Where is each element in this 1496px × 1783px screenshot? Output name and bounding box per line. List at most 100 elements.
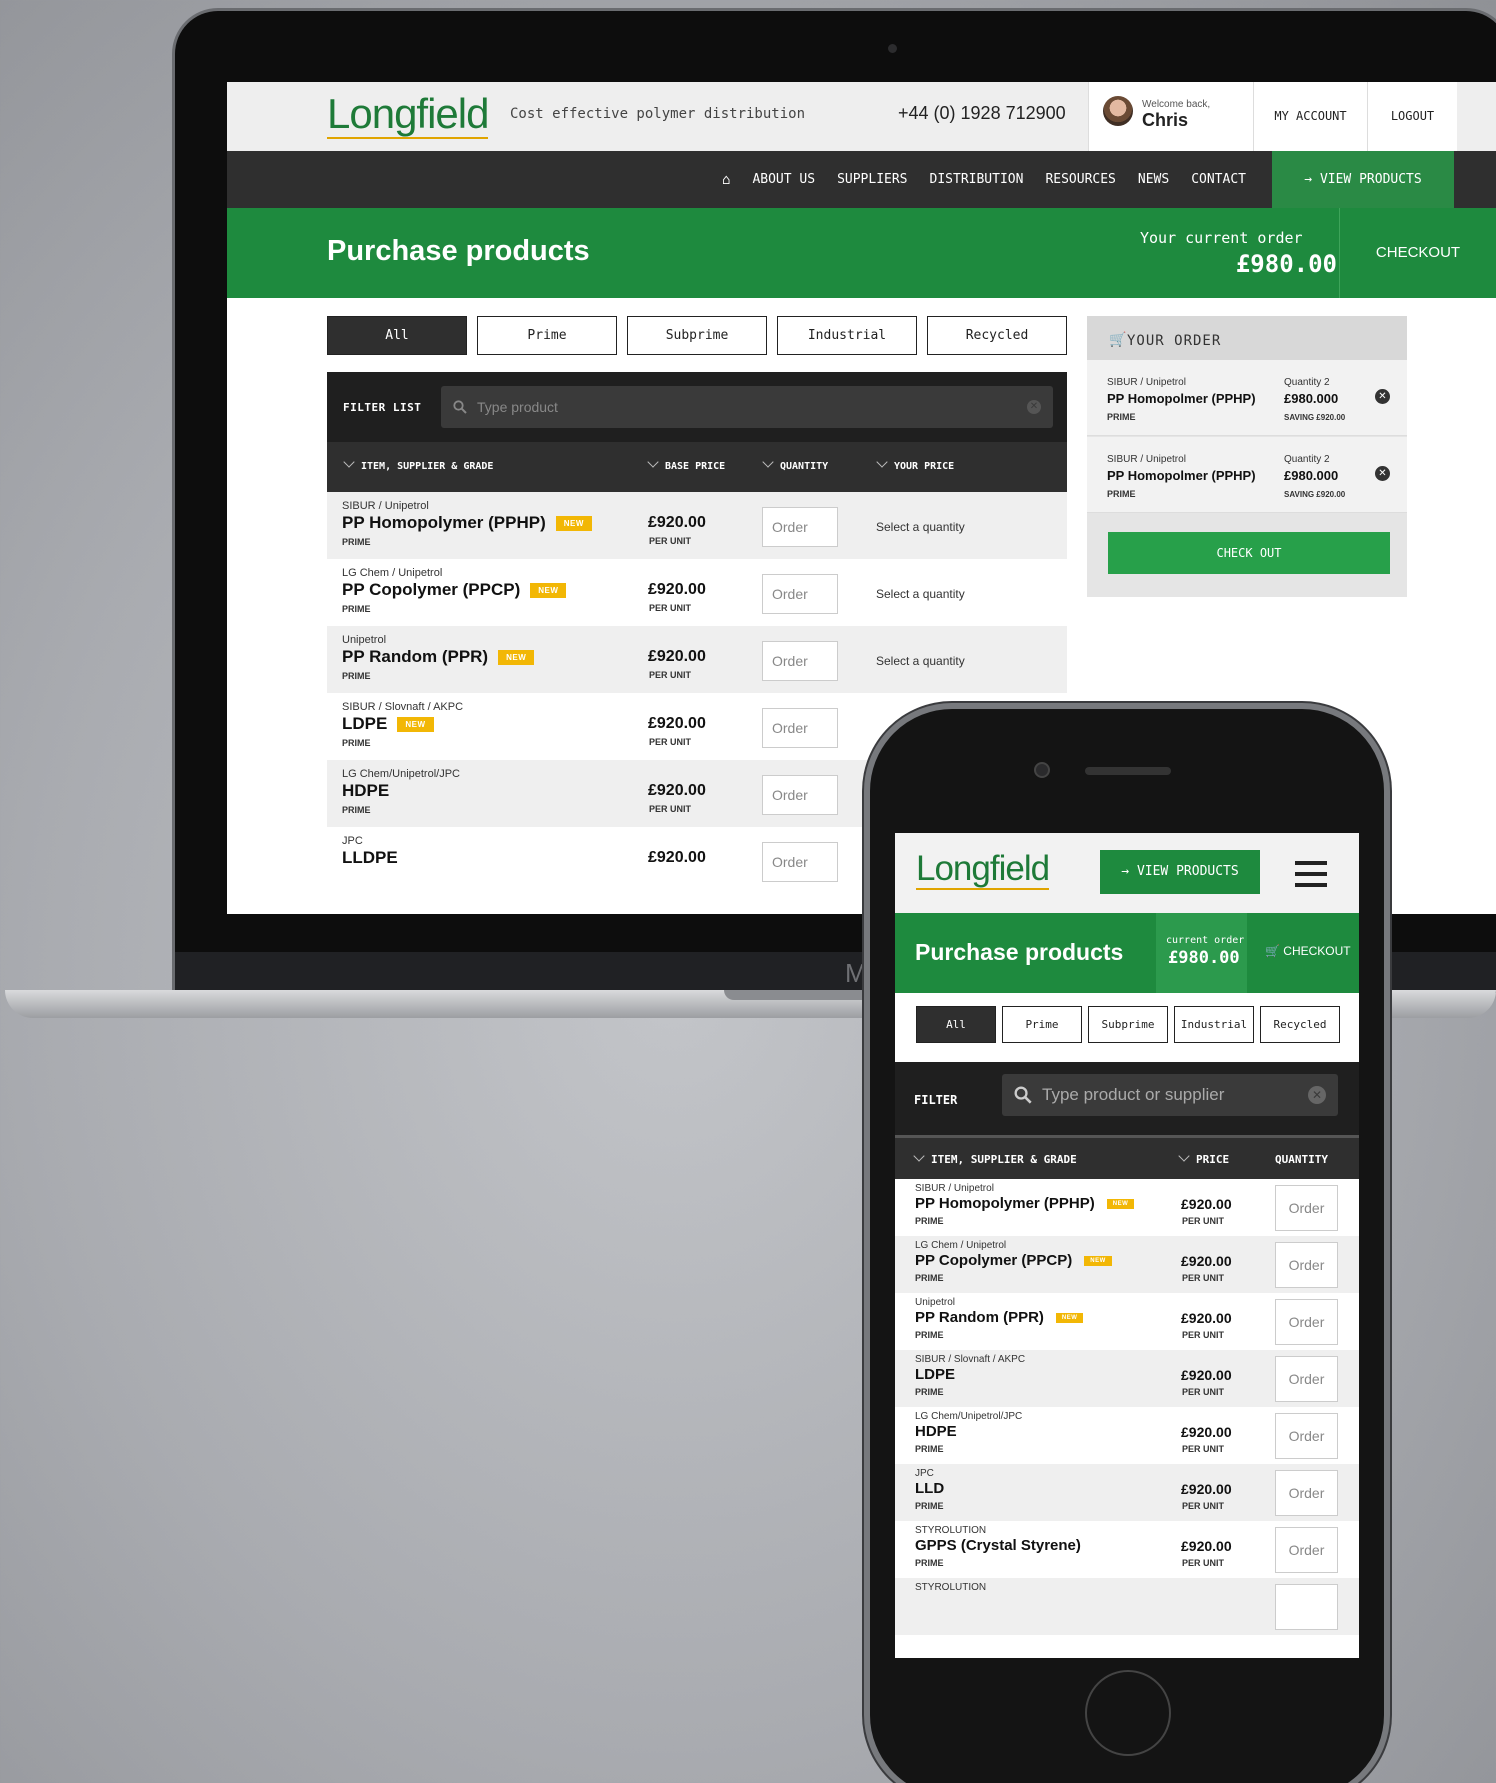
product-name[interactable]: PP Homopolymer (PPHP) bbox=[342, 513, 546, 533]
quantity-input[interactable]: Order bbox=[1275, 1413, 1338, 1459]
col-item[interactable]: ITEM, SUPPLIER & GRADE bbox=[343, 456, 493, 472]
order-item: SIBUR / Unipetrol PP Homopolmer (PPHP) P… bbox=[1087, 437, 1407, 513]
nav-distribution[interactable]: DISTRIBUTION bbox=[930, 172, 1024, 187]
phone-home-button[interactable] bbox=[1085, 1670, 1171, 1756]
product-name[interactable]: PP Homopolymer (PPHP) bbox=[915, 1195, 1095, 1212]
quantity-input[interactable]: Order bbox=[762, 574, 838, 614]
quantity-input[interactable]: Order bbox=[1275, 1527, 1338, 1573]
supplier: LG Chem / Unipetrol bbox=[915, 1240, 1007, 1251]
quantity-input[interactable]: Order bbox=[762, 775, 838, 815]
col-quantity[interactable]: QUANTITY bbox=[762, 456, 828, 472]
supplier: STYROLUTION bbox=[915, 1582, 987, 1593]
laptop-camera bbox=[888, 44, 897, 53]
nav-about-us[interactable]: ABOUT US bbox=[752, 172, 815, 187]
table-row: Unipetrol PP Random (PPR) NEW PRIME £920.… bbox=[895, 1293, 1359, 1350]
tab-subprime[interactable]: Subprime bbox=[627, 316, 767, 355]
check-out-button[interactable]: CHECK OUT bbox=[1108, 532, 1390, 574]
quantity-input[interactable]: Order bbox=[1275, 1242, 1338, 1288]
grade: PRIME bbox=[342, 738, 371, 748]
base-price: £920.00 bbox=[648, 514, 706, 531]
product-name[interactable]: PP Copolymer (PPCP) bbox=[342, 580, 520, 600]
nav-contact[interactable]: CONTACT bbox=[1191, 172, 1246, 187]
clear-icon[interactable]: ✕ bbox=[1027, 400, 1041, 414]
tab-subprime[interactable]: Subprime bbox=[1088, 1006, 1168, 1043]
per-unit: PER UNIT bbox=[1182, 1501, 1225, 1511]
product-name[interactable]: LDPE bbox=[915, 1366, 955, 1383]
tab-industrial[interactable]: Industrial bbox=[1174, 1006, 1254, 1043]
product-name[interactable]: GPPS (Crystal Styrene) bbox=[915, 1537, 1081, 1554]
col-price[interactable]: PRICE bbox=[1178, 1150, 1229, 1166]
product-name[interactable]: HDPE bbox=[342, 781, 389, 801]
product-name[interactable]: LLDPE bbox=[342, 848, 398, 868]
tab-all[interactable]: All bbox=[916, 1006, 996, 1043]
hamburger-menu-icon[interactable] bbox=[1295, 861, 1327, 887]
view-products-button[interactable]: → VIEW PRODUCTS bbox=[1100, 850, 1260, 894]
logout-link[interactable]: LOGOUT bbox=[1367, 82, 1457, 151]
supplier: LG Chem / Unipetrol bbox=[342, 567, 443, 579]
col-item[interactable]: ITEM, SUPPLIER & GRADE bbox=[913, 1150, 1077, 1166]
supplier: Unipetrol bbox=[342, 634, 387, 646]
product-name[interactable]: PP Random (PPR) bbox=[915, 1309, 1044, 1326]
remove-icon[interactable]: ✕ bbox=[1375, 389, 1390, 404]
order-item-grade: PRIME bbox=[1107, 489, 1136, 499]
table-row: Unipetrol PP Random (PPR) NEW PRIME £920.… bbox=[327, 626, 1067, 693]
quantity-input[interactable]: Order bbox=[1275, 1470, 1338, 1516]
checkout-link[interactable]: 🛒 CHECKOUT bbox=[1265, 944, 1351, 958]
product-name[interactable]: LDPE bbox=[342, 714, 387, 734]
quantity-input[interactable]: Order bbox=[762, 507, 838, 547]
product-name[interactable]: PP Copolymer (PPCP) bbox=[915, 1252, 1072, 1269]
logo[interactable]: Longfield bbox=[916, 849, 1050, 890]
new-badge: NEW bbox=[498, 649, 535, 665]
home-icon[interactable]: ⌂ bbox=[722, 172, 730, 188]
per-unit: PER UNIT bbox=[1182, 1330, 1225, 1340]
quantity-input[interactable]: Order bbox=[762, 641, 838, 681]
order-item-qty: Quantity 2 bbox=[1284, 454, 1330, 465]
search-input[interactable]: Type product or supplier ✕ bbox=[1002, 1074, 1338, 1116]
tab-prime[interactable]: Prime bbox=[477, 316, 617, 355]
quantity-input[interactable]: Order bbox=[1275, 1356, 1338, 1402]
table-header: ITEM, SUPPLIER & GRADE BASE PRICE QUANTI… bbox=[327, 442, 1067, 492]
quantity-input[interactable]: Order bbox=[762, 708, 838, 748]
grade: PRIME bbox=[915, 1330, 944, 1340]
checkout-link[interactable]: CHECKOUT bbox=[1339, 208, 1496, 298]
product-name[interactable]: HDPE bbox=[915, 1423, 957, 1440]
nav-news[interactable]: NEWS bbox=[1138, 172, 1169, 187]
your-price: Select a quantity bbox=[876, 587, 965, 601]
quantity-input[interactable] bbox=[1275, 1584, 1338, 1630]
clear-icon[interactable]: ✕ bbox=[1308, 1086, 1326, 1104]
search-input[interactable]: Type product ✕ bbox=[441, 386, 1053, 428]
col-quantity[interactable]: QUANTITY bbox=[1275, 1153, 1328, 1166]
quantity-input[interactable]: Order bbox=[1275, 1299, 1338, 1345]
product-name[interactable]: LLD bbox=[915, 1480, 944, 1497]
supplier: SIBUR / Slovnaft / AKPC bbox=[342, 701, 464, 713]
quantity-input[interactable]: Order bbox=[1275, 1185, 1338, 1231]
table-row: LG Chem / Unipetrol PP Copolymer (PPCP) N… bbox=[895, 1236, 1359, 1293]
nav-resources[interactable]: RESOURCES bbox=[1045, 172, 1115, 187]
tab-industrial[interactable]: Industrial bbox=[777, 316, 917, 355]
logo[interactable]: Longfield bbox=[327, 90, 489, 139]
order-item-supplier: SIBUR / Unipetrol bbox=[1107, 454, 1186, 465]
filter-label: FILTER LIST bbox=[343, 401, 422, 414]
tab-recycled[interactable]: Recycled bbox=[1260, 1006, 1340, 1043]
tab-recycled[interactable]: Recycled bbox=[927, 316, 1067, 355]
remove-icon[interactable]: ✕ bbox=[1375, 466, 1390, 481]
tab-prime[interactable]: Prime bbox=[1002, 1006, 1082, 1043]
per-unit: PER UNIT bbox=[649, 536, 692, 546]
tab-all[interactable]: All bbox=[327, 316, 467, 355]
quantity-input[interactable]: Order bbox=[762, 842, 838, 882]
col-base-price[interactable]: BASE PRICE bbox=[647, 456, 725, 472]
view-products-button[interactable]: → VIEW PRODUCTS bbox=[1272, 151, 1454, 208]
current-order-value: £980.00 bbox=[1168, 948, 1240, 968]
search-placeholder: Type product bbox=[477, 399, 558, 415]
search-placeholder: Type product or supplier bbox=[1042, 1085, 1225, 1104]
filter-bar: FILTER Type product or supplier ✕ bbox=[895, 1062, 1359, 1135]
phone-number[interactable]: +44 (0) 1928 712900 bbox=[898, 103, 1066, 124]
page-title: Purchase products bbox=[915, 939, 1124, 965]
table-row: STYROLUTION GPPS (Crystal Styrene) PRIME… bbox=[895, 1521, 1359, 1578]
my-account-link[interactable]: MY ACCOUNT bbox=[1253, 82, 1367, 151]
supplier: LG Chem/Unipetrol/JPC bbox=[915, 1411, 1023, 1422]
nav-suppliers[interactable]: SUPPLIERS bbox=[837, 172, 907, 187]
col-your-price[interactable]: YOUR PRICE bbox=[876, 456, 954, 472]
product-name[interactable]: PP Random (PPR) bbox=[342, 647, 488, 667]
price: £920.00 bbox=[1181, 1481, 1232, 1497]
